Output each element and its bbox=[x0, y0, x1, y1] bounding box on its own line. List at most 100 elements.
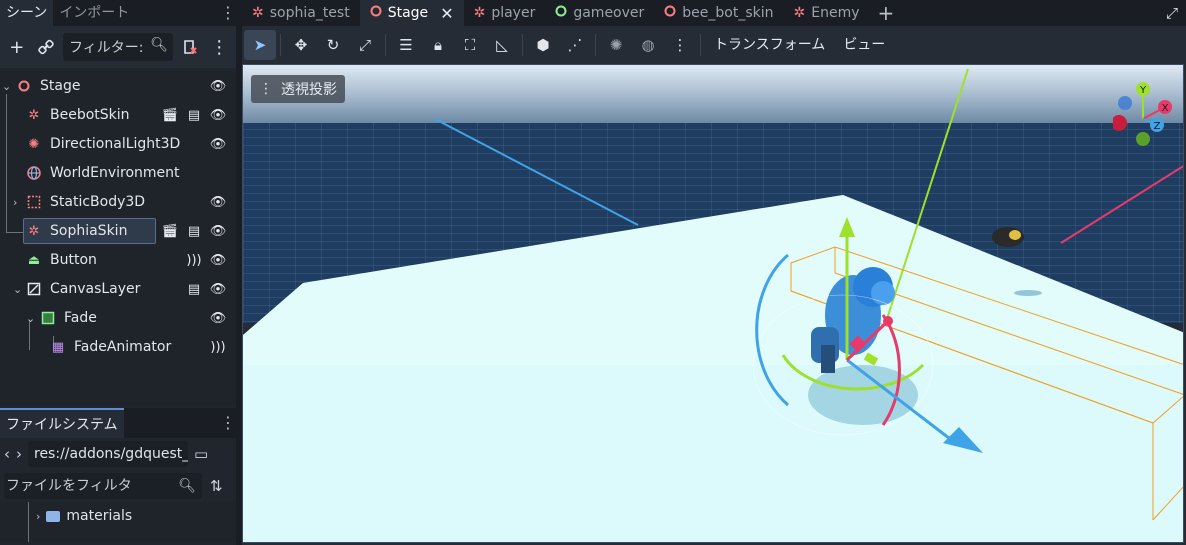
attach-script-icon[interactable] bbox=[177, 34, 203, 60]
tree-row-button[interactable]: ⏏ Button ))) 👁︎ bbox=[0, 246, 236, 274]
back-icon[interactable]: ‹ bbox=[4, 445, 10, 463]
eye-icon[interactable]: 👁︎ bbox=[210, 107, 227, 123]
toolbar-separator bbox=[522, 34, 523, 56]
search-icon: 🔍︎ bbox=[150, 37, 168, 53]
view-menu[interactable]: ビュー bbox=[834, 30, 894, 60]
node3d-icon bbox=[664, 5, 676, 21]
tab-label: bee_bot_skin bbox=[682, 5, 774, 21]
filesystem-tabs: ファイルシステム ⋮ bbox=[0, 408, 236, 438]
group-icon[interactable]: ⛶ bbox=[454, 30, 486, 60]
distraction-free-icon[interactable]: ⤢ bbox=[1166, 4, 1178, 22]
move-mode-icon[interactable]: ✥ bbox=[285, 30, 317, 60]
close-icon[interactable]: ✕ bbox=[440, 4, 453, 23]
tree-row-beebotskin[interactable]: ✲ BeebotSkin 🎬︎ ▤ 👁︎ bbox=[0, 101, 236, 129]
tab-filesystem[interactable]: ファイルシステム bbox=[0, 408, 124, 438]
node3d-icon bbox=[370, 5, 382, 21]
skeleton-icon: ✲ bbox=[28, 107, 40, 123]
chevron-down-icon[interactable]: ⌄ bbox=[2, 80, 11, 93]
forward-icon[interactable]: › bbox=[16, 445, 22, 463]
select-mode-icon[interactable]: ➤ bbox=[244, 30, 276, 60]
eye-icon[interactable]: 👁︎ bbox=[210, 252, 227, 268]
add-node-icon[interactable]: + bbox=[4, 34, 30, 60]
sun-preview-icon[interactable]: ✺ bbox=[600, 30, 632, 60]
toolbar-separator bbox=[595, 34, 596, 56]
sort-icon[interactable]: ⇅ bbox=[210, 477, 223, 495]
path-field[interactable]: res://addons/gdquest_ bbox=[28, 441, 188, 467]
snap-icon[interactable]: ⋰ bbox=[559, 30, 591, 60]
add-tab-icon[interactable]: + bbox=[870, 0, 903, 26]
eye-icon[interactable]: 👁︎ bbox=[210, 136, 227, 152]
skeleton-icon: ✲ bbox=[793, 5, 806, 21]
more-icon[interactable]: ⋮ bbox=[207, 34, 233, 60]
link-icon[interactable] bbox=[34, 34, 60, 60]
tab-label: player bbox=[491, 5, 536, 21]
tree-label: Stage bbox=[40, 78, 81, 94]
tab-player[interactable]: ✲ player bbox=[464, 0, 546, 26]
axis-y-label: Y bbox=[1139, 85, 1147, 96]
dock-menu-icon[interactable]: ⋮ bbox=[220, 0, 236, 26]
list-item[interactable]: › materials bbox=[36, 508, 132, 524]
list-select-icon[interactable]: ☰ bbox=[390, 30, 422, 60]
clapper-icon[interactable]: 🎬︎ bbox=[162, 107, 179, 123]
eye-icon[interactable]: 👁︎ bbox=[210, 281, 227, 297]
viewport-scene[interactable] bbox=[243, 65, 1184, 543]
tab-label: sophia_test bbox=[269, 5, 350, 21]
eye-icon[interactable]: 👁︎ bbox=[210, 194, 227, 210]
scale-mode-icon[interactable]: ⤢ bbox=[349, 30, 381, 60]
script-icon[interactable]: ▤ bbox=[186, 107, 202, 123]
perspective-menu[interactable]: ⋮ 透視投影 bbox=[251, 75, 345, 103]
chevron-right-icon[interactable]: › bbox=[13, 196, 17, 209]
chevron-right-icon[interactable]: › bbox=[36, 510, 40, 523]
eye-icon[interactable]: 👁︎ bbox=[210, 78, 227, 94]
environment-preview-icon[interactable]: ◍ bbox=[632, 30, 664, 60]
tab-sophia-test[interactable]: ✲ sophia_test bbox=[242, 0, 360, 26]
tree-row-canvaslayer[interactable]: ⌄ CanvasLayer ▤ 👁︎ bbox=[0, 275, 236, 303]
tree-row-stage[interactable]: ⌄ Stage 👁︎ bbox=[0, 72, 236, 100]
tab-enemy[interactable]: ✲ Enemy bbox=[784, 0, 870, 26]
chevron-down-icon[interactable]: ⌄ bbox=[26, 312, 35, 325]
dock-menu-icon[interactable]: ⋮ bbox=[220, 408, 236, 438]
canvas-layer-icon bbox=[26, 281, 42, 297]
tree-row-directionallight3d[interactable]: ✺ DirectionalLight3D 👁︎ bbox=[0, 130, 236, 158]
scene-filter-input[interactable]: フィルター: 🔍︎ bbox=[63, 33, 173, 61]
signal-icon[interactable]: ))) bbox=[186, 252, 202, 268]
tab-scene[interactable]: シーン bbox=[0, 0, 54, 26]
tree-row-fade[interactable]: ⌄ Fade 👁︎ bbox=[0, 304, 236, 332]
clapper-icon[interactable]: 🎬︎ bbox=[162, 223, 179, 239]
ruler-icon[interactable]: ◺ bbox=[486, 30, 518, 60]
eye-icon[interactable]: 👁︎ bbox=[210, 310, 227, 326]
scene-filter-placeholder: フィルター: bbox=[69, 40, 144, 56]
more-icon: ⋮ bbox=[259, 81, 273, 97]
scene-tree: ⌄ Stage 👁︎ ✲ BeebotSkin 🎬︎ ▤ 👁︎ ✺ Direct… bbox=[0, 70, 236, 406]
chevron-down-icon[interactable]: ⌄ bbox=[13, 283, 22, 296]
more-icon[interactable]: ⋮ bbox=[664, 30, 696, 60]
tab-bee-bot-skin[interactable]: bee_bot_skin bbox=[654, 0, 783, 26]
split-view-icon[interactable]: ▭ bbox=[194, 445, 208, 463]
rotate-mode-icon[interactable]: ↻ bbox=[317, 30, 349, 60]
tree-row-staticbody3d[interactable]: › StaticBody3D 👁︎ bbox=[0, 188, 236, 216]
tab-gameover[interactable]: gameover bbox=[545, 0, 654, 26]
script-icon[interactable]: ▤ bbox=[186, 223, 202, 239]
file-filter-input[interactable]: ファイルをフィルタ 🔍︎ bbox=[4, 473, 202, 499]
godot-editor: シーン インポート ⋮ + フィルター: 🔍︎ ⋮ ⌄ Stage 👁︎ ✲ B… bbox=[0, 0, 1186, 545]
toolbar-separator bbox=[385, 34, 386, 56]
tree-label: FadeAnimator bbox=[74, 339, 172, 355]
tab-label: Stage bbox=[387, 5, 429, 21]
tree-row-fadeanimator[interactable]: ▦ FadeAnimator ))) bbox=[0, 333, 236, 361]
tab-stage[interactable]: Stage ✕ bbox=[359, 0, 464, 26]
tab-import[interactable]: インポート bbox=[53, 0, 135, 26]
3d-viewport[interactable]: ⋮ 透視投影 Y X Z bbox=[242, 64, 1184, 543]
transform-menu[interactable]: トランスフォーム bbox=[705, 30, 834, 60]
lock-icon[interactable]: 🔒︎ bbox=[422, 30, 454, 60]
tree-row-sophiaskin[interactable]: ✲ SophiaSkin 🎬︎ ▤ 👁︎ bbox=[0, 217, 236, 245]
axis-gizmo[interactable]: Y X Z bbox=[1113, 79, 1177, 151]
script-icon[interactable]: ▤ bbox=[186, 281, 202, 297]
eye-icon[interactable]: 👁︎ bbox=[210, 223, 227, 239]
animation-player-icon: ▦ bbox=[51, 339, 65, 355]
local-space-icon[interactable]: ⬢ bbox=[527, 30, 559, 60]
file-list: › materials bbox=[0, 502, 236, 542]
signal-icon[interactable]: ))) bbox=[210, 339, 226, 355]
tree-row-worldenvironment[interactable]: WorldEnvironment bbox=[0, 159, 236, 187]
filesystem-filter-row: ファイルをフィルタ 🔍︎ ⇅ bbox=[0, 470, 236, 502]
toolbar-separator bbox=[700, 34, 701, 56]
